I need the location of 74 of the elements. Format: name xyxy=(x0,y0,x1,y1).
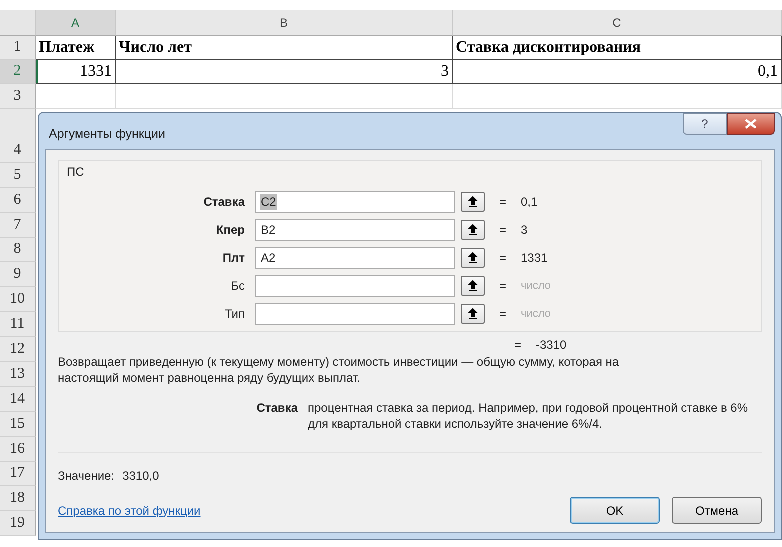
argument-field[interactable] xyxy=(255,303,455,325)
arrow-up-icon xyxy=(468,196,478,208)
row-header[interactable]: 13 xyxy=(0,362,36,387)
argument-result: 3 xyxy=(521,223,529,237)
collapse-button[interactable] xyxy=(461,220,485,240)
equals-sign: = xyxy=(498,195,508,209)
row-header[interactable]: 12 xyxy=(0,337,36,362)
argument-label: Кпер xyxy=(215,223,246,237)
value-label: Значение: xyxy=(58,469,115,483)
arrow-up-icon xyxy=(468,224,478,236)
argument-result: число xyxy=(521,308,552,320)
help-button[interactable]: ? xyxy=(683,113,727,135)
value-text: 3310,0 xyxy=(122,469,160,483)
equals-sign: = xyxy=(498,223,508,237)
column-header[interactable]: A xyxy=(36,10,116,36)
collapse-button[interactable] xyxy=(461,192,485,212)
close-icon xyxy=(745,119,757,129)
argument-label: Тип xyxy=(224,307,246,321)
table-cell: 1331 xyxy=(36,60,116,84)
table-cell: 3 xyxy=(116,60,453,84)
formula-result: -3310 xyxy=(536,338,568,352)
column-header[interactable]: B xyxy=(116,10,453,36)
table-cell: Ставка дисконтирования xyxy=(453,36,782,60)
field-value: C2 xyxy=(260,194,278,210)
argument-label: Плт xyxy=(222,251,246,265)
table-cell: Платеж xyxy=(36,36,116,60)
argument-label: Бс xyxy=(230,279,246,293)
argument-description: процентная ставка за период. Например, при годовой процентной ставке в 6% для квартальной ставки используйте значение 6%/4. xyxy=(308,400,748,432)
argument-result: 0,1 xyxy=(521,195,539,209)
function-name: ПС xyxy=(67,165,84,179)
column-header[interactable]: C xyxy=(453,10,782,36)
argument-label: Ставка xyxy=(202,195,246,209)
function-description: Возвращает приведенную (к текущему моменту) стоимость инвестиции — общую сумму, которая на настоящий момент равноценна ряду будущих выплат. xyxy=(58,354,620,386)
row-header[interactable]: 15 xyxy=(0,412,36,437)
row-header[interactable]: 11 xyxy=(0,312,36,338)
argument-result: число xyxy=(521,280,552,292)
help-link[interactable]: Справка по этой функции xyxy=(58,504,201,518)
window-title: Аргументы функции xyxy=(49,127,166,141)
argument-field[interactable]: A2 xyxy=(255,247,455,269)
row-header[interactable]: 16 xyxy=(0,436,36,462)
row-header[interactable]: 6 xyxy=(0,188,36,213)
collapse-button[interactable] xyxy=(461,304,485,324)
argument-field[interactable] xyxy=(255,275,455,297)
row-header[interactable]: 5 xyxy=(0,162,36,188)
row-header[interactable]: 10 xyxy=(0,287,36,312)
dialog-button[interactable]: Отмена xyxy=(672,497,762,524)
row-header[interactable]: 2 xyxy=(0,60,36,84)
close-button[interactable] xyxy=(727,113,775,135)
arrow-up-icon xyxy=(468,252,478,264)
dialog-button[interactable]: OK xyxy=(570,497,660,524)
equals-sign: = xyxy=(498,251,508,265)
row-header[interactable]: 19 xyxy=(0,511,36,536)
row-header[interactable]: 18 xyxy=(0,486,36,512)
row-header[interactable]: 3 xyxy=(0,84,36,109)
row-header[interactable]: 8 xyxy=(0,238,36,262)
argument-name: Ставка xyxy=(256,400,298,417)
collapse-button[interactable] xyxy=(461,276,485,296)
argument-field[interactable]: B2 xyxy=(255,219,455,241)
row-header[interactable]: 4 xyxy=(0,108,36,163)
row-header[interactable]: 7 xyxy=(0,212,36,238)
argument-result: 1331 xyxy=(521,251,549,265)
table-cell: 0,1 xyxy=(453,60,782,84)
row-header[interactable]: 9 xyxy=(0,262,36,288)
row-header[interactable]: 17 xyxy=(0,462,36,486)
table-cell: Число лет xyxy=(116,36,453,60)
arrow-up-icon xyxy=(468,308,478,320)
collapse-button[interactable] xyxy=(461,248,485,268)
argument-field[interactable]: C2 xyxy=(255,191,455,213)
equals-sign: = xyxy=(498,307,508,321)
row-header[interactable]: 1 xyxy=(0,36,36,60)
row-header[interactable]: 14 xyxy=(0,386,36,412)
arrow-up-icon xyxy=(468,280,478,292)
equals-sign: = xyxy=(513,338,522,352)
equals-sign: = xyxy=(498,279,508,293)
